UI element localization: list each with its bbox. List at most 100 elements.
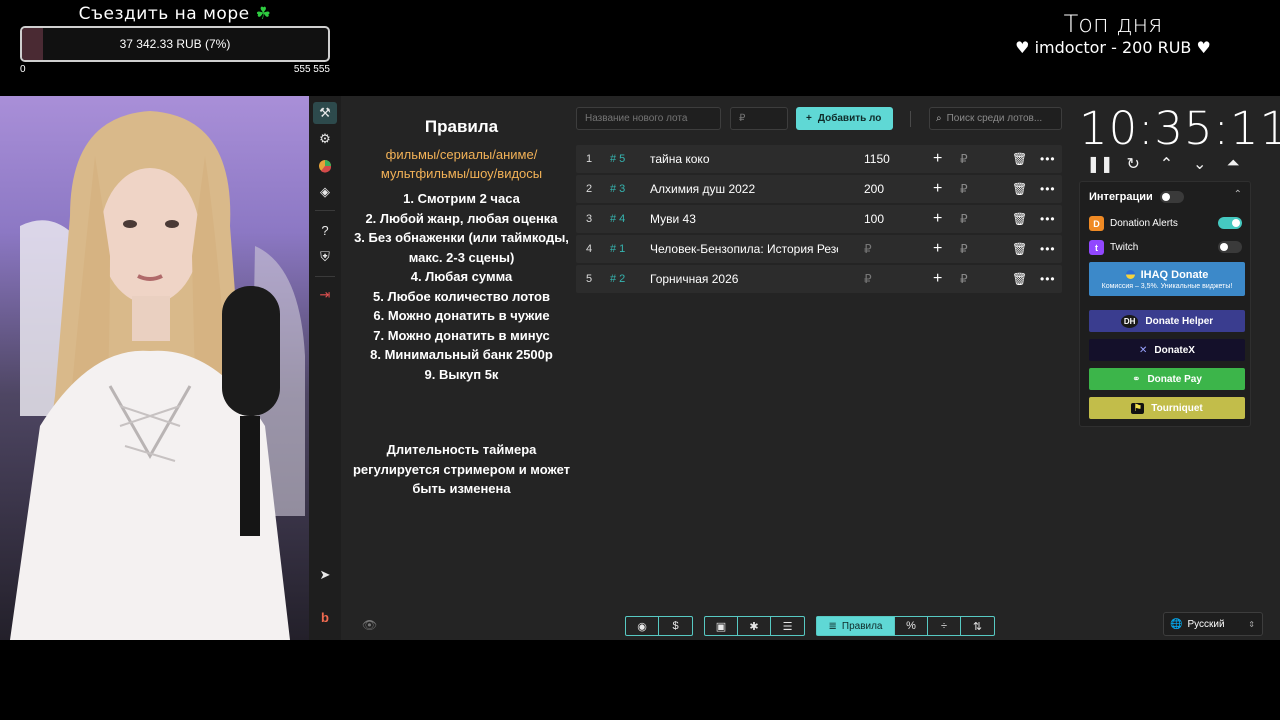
donatex-button[interactable]: ✕ DonateX [1089, 339, 1245, 361]
search-field[interactable]: ⌕ Поиск среди лотов... [929, 107, 1062, 130]
bug-icon[interactable]: ✱ [738, 617, 771, 635]
lot-add-amount[interactable]: ₽ [960, 205, 968, 233]
donate-helper-button[interactable]: DH Donate Helper [1089, 310, 1245, 332]
chevron-down-icon[interactable]: ⌄ [1190, 154, 1210, 174]
lot-add-amount[interactable]: ₽ [960, 265, 968, 293]
lot-amount[interactable]: ₽ [864, 265, 872, 293]
save-icon[interactable]: ▣ [705, 617, 738, 635]
dollar-icon[interactable]: $ [659, 617, 692, 635]
new-lot-amount-input[interactable] [730, 107, 788, 130]
clover-icon: ☘ [255, 4, 272, 24]
more-icon[interactable]: ••• [1040, 265, 1056, 293]
gear-icon[interactable]: ⚙ [313, 128, 337, 150]
goal-title-text: Съездить на море [78, 4, 250, 24]
plus-icon[interactable]: + [933, 235, 942, 263]
trash-icon[interactable]: 🗑 [1012, 265, 1027, 293]
rules-item: 1. Смотрим 2 часа [403, 191, 520, 206]
lot-name[interactable]: тайна коко [650, 145, 838, 173]
twitch-icon: t [1089, 240, 1104, 255]
shield-icon[interactable]: ⛨ [313, 246, 337, 268]
lot-row: 2 # 3 Алхимия душ 2022 200 + ₽ 🗑 ••• [576, 175, 1062, 203]
chevron-up-icon[interactable]: ⌃ [1157, 154, 1177, 174]
more-icon[interactable]: ••• [1040, 145, 1056, 173]
lot-add-amount[interactable]: ₽ [960, 175, 968, 203]
lot-id: # 3 [610, 183, 626, 195]
donation-goal: Съездить на море ☘ 37 342.33 RUB (7%) 0 5… [20, 4, 330, 78]
rules-toggle-label: Правила [841, 620, 883, 632]
lot-name[interactable]: Муви 43 [650, 205, 838, 233]
add-lot-label: Добавить ло [817, 113, 882, 124]
more-icon[interactable]: ••• [1040, 175, 1056, 203]
more-icon[interactable]: ••• [1040, 205, 1056, 233]
rules-item: 5. Любое количество лотов [373, 288, 550, 304]
language-select[interactable]: 🌐 Русский ⇕ [1163, 612, 1263, 636]
auction-hammer-icon[interactable]: ⚒ [313, 102, 337, 124]
goal-max: 555 555 [293, 64, 330, 75]
lot-name[interactable]: Алхимия душ 2022 [650, 175, 838, 203]
donate-helper-label: Donate Helper [1145, 315, 1214, 327]
double-chevron-up-icon[interactable]: ⏶ [1223, 154, 1243, 174]
trash-icon[interactable]: 🗑 [1012, 235, 1027, 263]
rules-toggle-button[interactable]: ≣ Правила [817, 617, 895, 635]
rules-genres: фильмы/сериалы/аниме/мультфильмы/шоу/вид… [380, 147, 543, 181]
lot-id: # 2 [610, 273, 626, 285]
countdown-timer: 10:35:11 [1079, 102, 1280, 155]
lot-add-amount[interactable]: ₽ [960, 145, 968, 173]
rules-panel: Правила фильмы/сериалы/аниме/мультфильмы… [349, 96, 574, 499]
more-icon[interactable]: ••• [1040, 235, 1056, 263]
integration-name: Twitch [1110, 242, 1139, 253]
lot-amount[interactable]: 100 [864, 205, 884, 233]
rules-item: 8. Минимальный банк 2500р [370, 347, 553, 362]
lot-number: 2 [586, 183, 593, 195]
rules-title: Правила [424, 117, 499, 136]
lot-name[interactable]: Человек-Бензопила: История Резе [650, 235, 838, 263]
rail-divider [315, 276, 335, 277]
plus-icon[interactable]: + [933, 145, 942, 173]
donation-alerts-toggle[interactable] [1218, 217, 1242, 229]
ihaq-donate-button[interactable]: IHAQ Donate Комиссия – 3,5%. Уникальные … [1089, 262, 1245, 296]
globe-icon: 🌐 [1170, 618, 1183, 630]
goal-scale: 0 555 555 [20, 64, 330, 78]
rules-icon: ≣ [828, 620, 837, 632]
trash-icon[interactable]: 🗑 [1012, 175, 1027, 203]
plus-icon[interactable]: + [933, 205, 942, 233]
add-lot-button[interactable]: + Добавить ло [796, 107, 893, 130]
collapse-icon[interactable]: ⌃ [1234, 189, 1242, 200]
pause-icon[interactable]: ❚❚ [1087, 154, 1114, 174]
trash-icon[interactable]: 🗑 [1012, 145, 1027, 173]
goal-title: Съездить на море ☘ [20, 4, 330, 26]
goal-amount: 37 342.33 RUB (7%) [119, 37, 231, 51]
plus-icon[interactable]: + [933, 265, 942, 293]
lot-add-amount[interactable]: ₽ [960, 235, 968, 263]
eye-icon[interactable]: 👁 [362, 618, 377, 632]
twitch-toggle[interactable] [1218, 241, 1242, 253]
donate-pay-button[interactable]: ⚭ Donate Pay [1089, 368, 1245, 390]
github-icon[interactable]: ◉ [626, 617, 659, 635]
trash-icon[interactable]: 🗑 [1012, 205, 1027, 233]
integrations-toggle[interactable] [1160, 191, 1184, 203]
layers-icon[interactable]: ◈ [313, 181, 337, 203]
reset-icon[interactable]: ↻ [1123, 154, 1143, 174]
lot-amount[interactable]: 200 [864, 175, 884, 203]
percent-icon[interactable]: % [895, 617, 928, 635]
tourniquet-icon: ⚑ [1131, 402, 1145, 414]
boosty-icon[interactable]: b [313, 606, 337, 628]
sort-icon[interactable]: ⇅ [961, 617, 994, 635]
lot-name[interactable]: Горничная 2026 [650, 265, 838, 293]
plus-icon[interactable]: + [933, 175, 942, 203]
tourniquet-button[interactable]: ⚑ Tourniquet [1089, 397, 1245, 419]
lot-row: 3 # 4 Муви 43 100 + ₽ 🗑 ••• [576, 205, 1062, 233]
wheel-icon[interactable] [313, 155, 337, 177]
lot-id: # 4 [610, 213, 626, 225]
lot-amount[interactable]: ₽ [864, 235, 872, 263]
integrations-title: Интеграции [1089, 191, 1153, 203]
new-lot-input[interactable] [576, 107, 721, 130]
logout-icon[interactable]: ⇥ [313, 284, 337, 306]
lot-amount[interactable]: 1150 [864, 145, 890, 173]
top-of-day: Топ дня ♥ imdoctor - 200 RUB ♥ [1008, 10, 1218, 57]
bottom-group-files: ▣ ✱ ☰ [704, 616, 805, 636]
telegram-icon[interactable]: ➤ [313, 564, 337, 586]
divide-icon[interactable]: ÷ [928, 617, 961, 635]
import-icon[interactable]: ☰ [771, 617, 804, 635]
help-icon[interactable]: ? [313, 219, 337, 241]
